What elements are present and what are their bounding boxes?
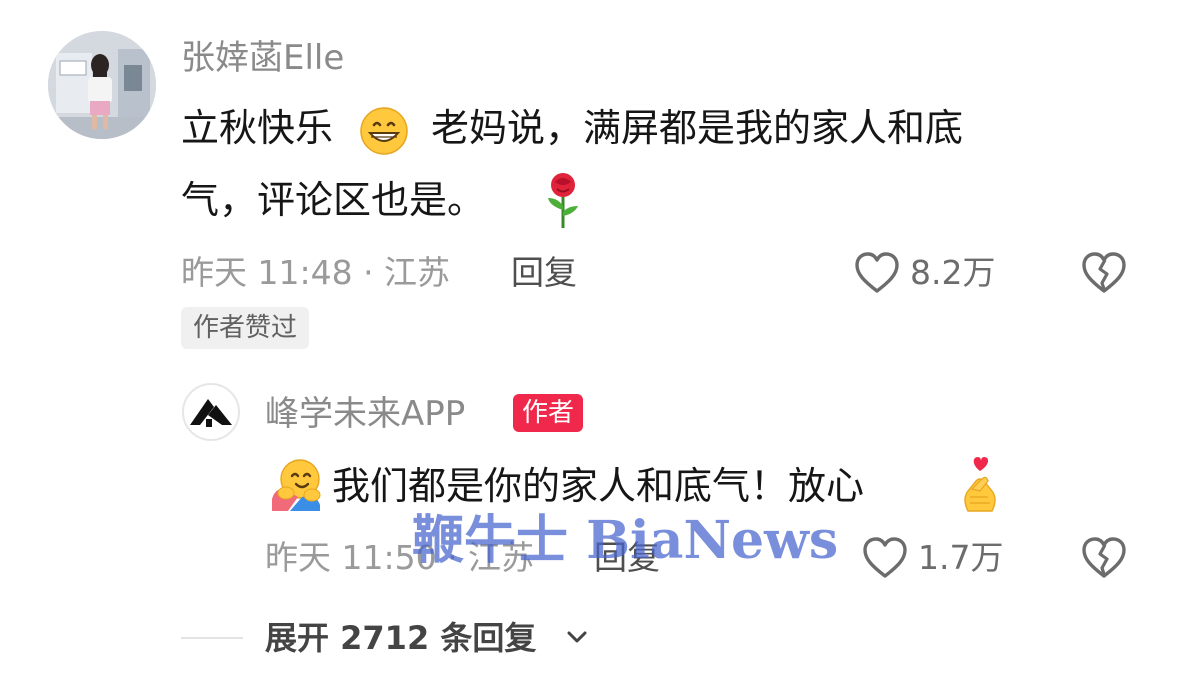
rose-emoji-icon <box>542 172 584 230</box>
heart-hands-emoji-icon <box>958 455 1002 513</box>
chevron-down-icon[interactable] <box>566 629 588 647</box>
expand-replies-label: 展开 2712 条回复 <box>265 619 537 657</box>
comment-timestamp-location: 昨天 11:48 · 江苏 <box>181 253 451 292</box>
comment-username[interactable]: 张婞菡Elle <box>181 36 344 80</box>
reply-username[interactable]: 峰学未来APP <box>265 392 465 436</box>
watermark: 鞭牛士 BiaNews <box>412 510 839 571</box>
heart-outline-icon[interactable] <box>862 536 908 580</box>
heart-outline-icon[interactable] <box>854 251 900 295</box>
reply-like-count: 1.7万 <box>918 538 1004 577</box>
expand-divider <box>181 637 243 639</box>
broken-heart-icon[interactable] <box>1081 536 1127 580</box>
avatar-photo <box>48 31 156 139</box>
comment-text-line2: 气，评论区也是。 <box>181 178 486 222</box>
broken-heart-icon[interactable] <box>1081 251 1127 295</box>
reply-avatar[interactable] <box>182 383 240 441</box>
user-avatar[interactable] <box>48 31 156 139</box>
hugging-face-emoji-icon <box>268 457 324 513</box>
reply-text: 我们都是你的家人和底气！放心 <box>332 464 865 508</box>
fengxue-logo-icon <box>190 399 232 427</box>
author-liked-tag: 作者赞过 <box>181 307 310 349</box>
like-count: 8.2万 <box>910 253 996 292</box>
reply-button[interactable]: 回复 <box>511 252 577 294</box>
author-badge: 作者 <box>513 394 584 432</box>
comment-text-line1: 立秋快乐 <box>181 106 334 150</box>
grinning-face-emoji-icon <box>359 106 409 156</box>
expand-replies-button[interactable]: 展开 2712 条回复 <box>265 617 536 659</box>
comment-text-line1b: 老妈说，满屏都是我的家人和底 <box>431 106 964 150</box>
